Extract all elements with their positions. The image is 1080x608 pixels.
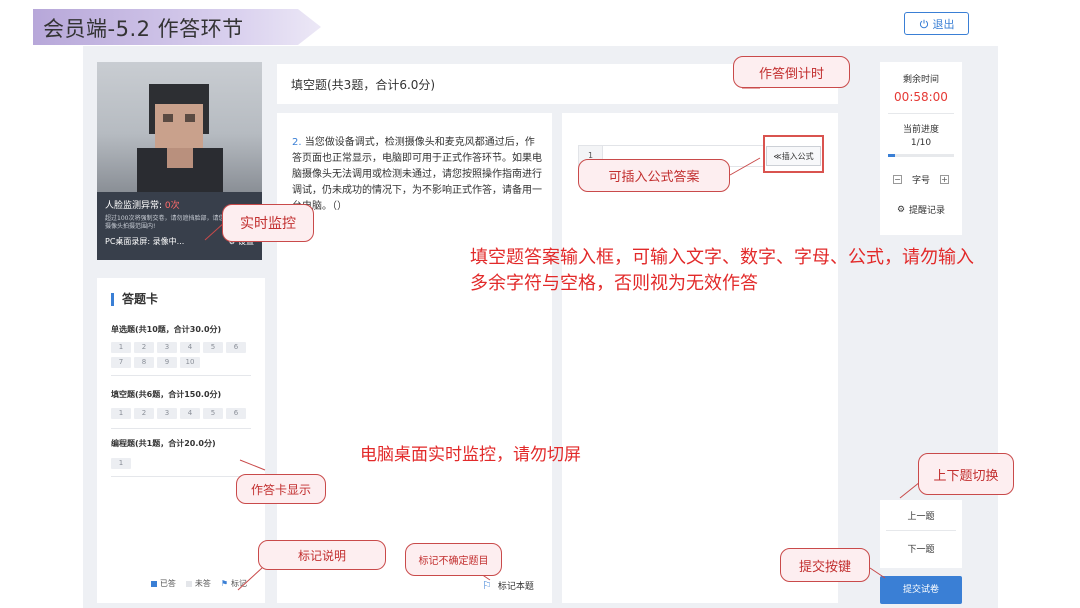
- annotation-formula: 可插入公式答案: [578, 159, 730, 192]
- annotation-pointers: [204, 87, 926, 591]
- annotation-desktop-note: 电脑桌面实时监控，请勿切屏: [360, 445, 581, 465]
- annotation-monitor: 实时监控: [222, 204, 314, 242]
- annotation-mark-note: 标记说明: [258, 540, 386, 570]
- annotation-mark-uncertain: 标记不确定题目: [405, 543, 502, 576]
- annotation-submit-key: 提交按键: [780, 548, 870, 582]
- annotation-nav-switch: 上下题切换: [918, 453, 1014, 495]
- annotation-countdown: 作答倒计时: [733, 56, 850, 88]
- annotation-card-display: 作答卡显示: [236, 474, 326, 504]
- annotation-input-note: 填空题答案输入框，可输入文字、数字、字母、公式，请勿输入多余字符与空格，否则视为…: [470, 247, 974, 294]
- formula-highlight: [763, 135, 824, 173]
